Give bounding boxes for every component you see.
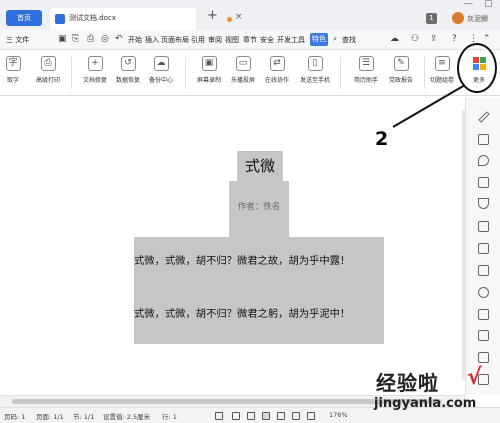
watermark-url: jingyanla.com — [374, 396, 477, 411]
watermark: 经验啦 √ jingyanla.com — [372, 365, 497, 420]
annotation-step-number: 2 — [375, 128, 389, 150]
watermark-text: 经验啦 — [376, 371, 439, 395]
annotation-pointer-line — [392, 84, 466, 128]
watermark-check-icon: √ — [467, 365, 482, 390]
